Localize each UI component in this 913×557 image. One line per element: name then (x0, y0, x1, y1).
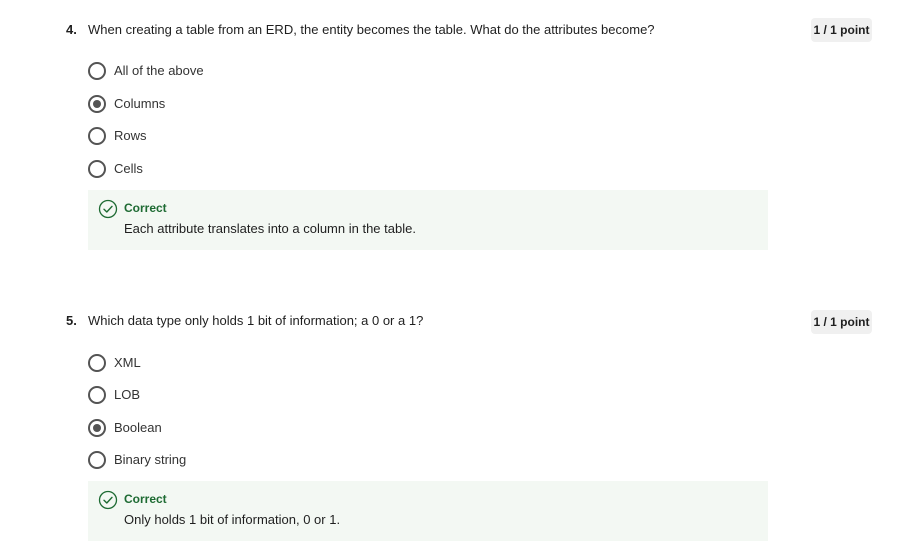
radio-button[interactable] (88, 354, 106, 372)
option-label: XML (114, 355, 141, 370)
radio-button-selected[interactable] (88, 95, 106, 113)
option-label: LOB (114, 387, 141, 402)
option-label: Binary string (114, 452, 187, 467)
radio-button[interactable] (88, 451, 106, 469)
question-text: When creating a table from an ERD, the e… (88, 22, 655, 37)
option-label: Columns (114, 96, 166, 111)
feedback-title: Correct (124, 492, 167, 506)
feedback-box: Correct Each attribute translates into a… (88, 190, 768, 250)
option-label: All of the above (114, 63, 204, 78)
check-circle-icon (98, 199, 118, 219)
radio-button[interactable] (88, 160, 106, 178)
radio-button[interactable] (88, 127, 106, 145)
points-badge: 1 / 1 point (811, 310, 872, 334)
option-label: Boolean (114, 420, 162, 435)
question-number: 4. (66, 22, 77, 37)
feedback-box: Correct Only holds 1 bit of information,… (88, 481, 768, 541)
feedback-text: Each attribute translates into a column … (124, 221, 416, 236)
radio-button[interactable] (88, 62, 106, 80)
radio-button[interactable] (88, 386, 106, 404)
question-text: Which data type only holds 1 bit of info… (88, 313, 424, 328)
check-circle-icon (98, 490, 118, 510)
feedback-text: Only holds 1 bit of information, 0 or 1. (124, 512, 341, 527)
option-label: Rows (114, 128, 147, 143)
question-number: 5. (66, 313, 77, 328)
option-label: Cells (114, 161, 143, 176)
points-badge: 1 / 1 point (811, 18, 872, 42)
feedback-title: Correct (124, 201, 167, 215)
radio-button-selected[interactable] (88, 419, 106, 437)
